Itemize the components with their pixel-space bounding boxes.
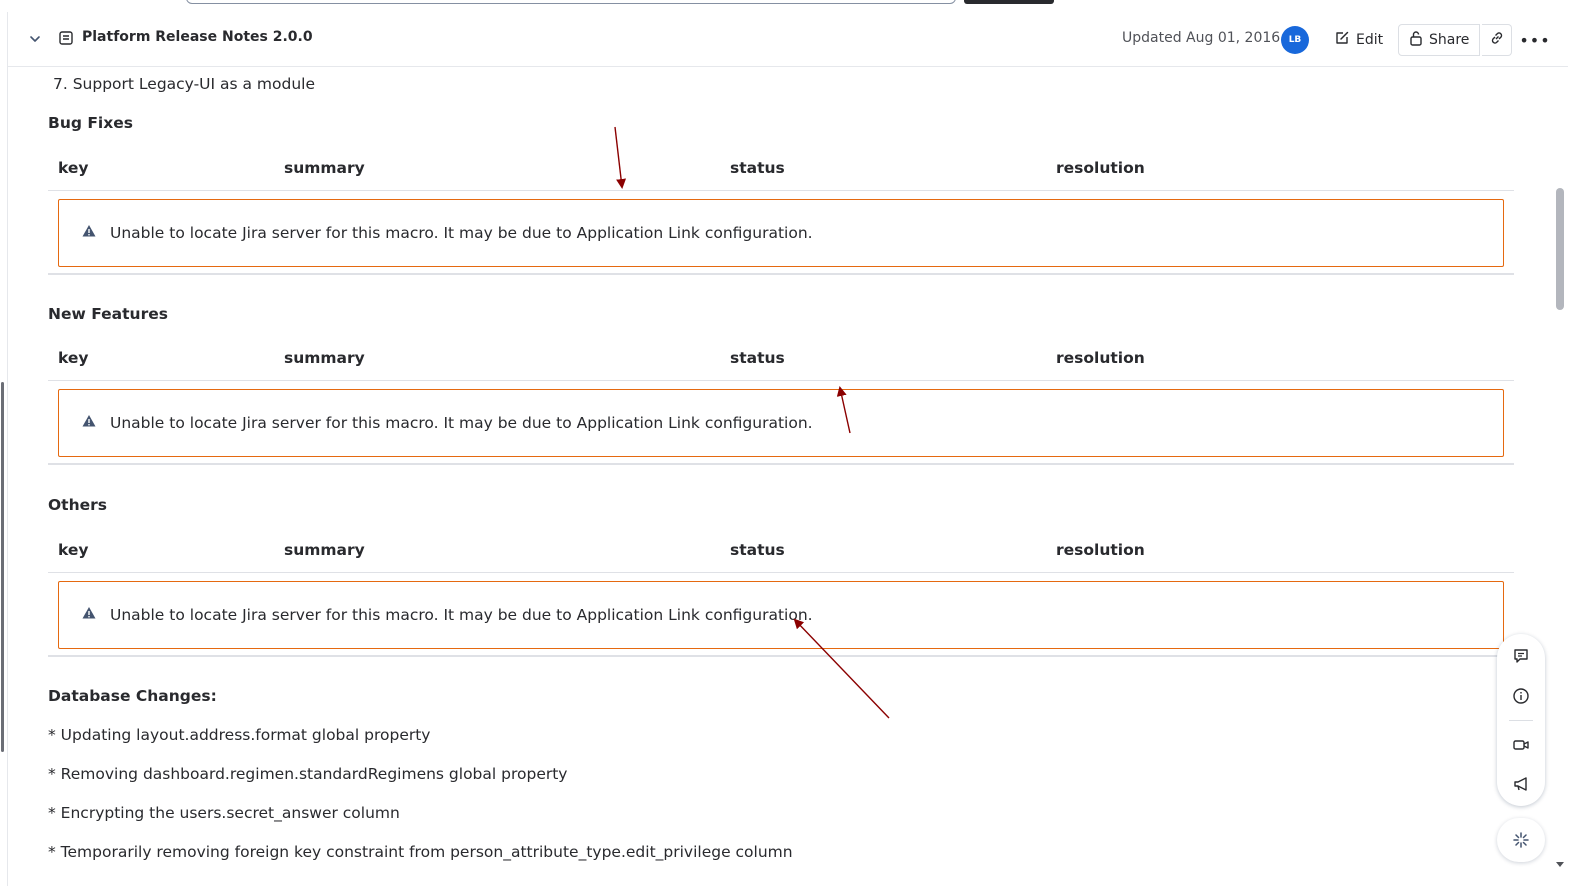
scrollbar-thumb[interactable] xyxy=(1556,188,1564,310)
section-heading-database-changes: Database Changes: xyxy=(48,687,217,705)
pencil-icon xyxy=(1334,30,1350,50)
jira-table-bug-fixes: key summary status resolution Unable to … xyxy=(48,147,1514,275)
column-key[interactable]: key xyxy=(58,541,89,559)
table-divider xyxy=(48,463,1514,465)
avatar[interactable]: LB xyxy=(1281,26,1309,54)
lock-icon xyxy=(1409,30,1423,50)
column-resolution[interactable]: resolution xyxy=(1056,349,1145,367)
list-item: * Encrypting the users.secret_answer col… xyxy=(48,804,400,822)
scroll-down-arrow-icon[interactable] xyxy=(1556,862,1564,867)
warning-icon xyxy=(82,225,96,237)
page-content: 7. Support Legacy-UI as a module Bug Fix… xyxy=(48,67,1514,886)
edit-button[interactable]: Edit xyxy=(1326,24,1391,56)
table-header: key summary status resolution xyxy=(48,529,1514,573)
column-status[interactable]: status xyxy=(730,349,785,367)
list-item: * Temporarily removing foreign key const… xyxy=(48,843,793,861)
column-status[interactable]: status xyxy=(730,541,785,559)
chevron-down-icon[interactable] xyxy=(26,30,44,48)
column-key[interactable]: key xyxy=(58,349,89,367)
page-icon xyxy=(58,30,76,48)
table-header: key summary status resolution xyxy=(48,147,1514,191)
jira-warning-message: Unable to locate Jira server for this ma… xyxy=(58,581,1504,649)
warning-text: Unable to locate Jira server for this ma… xyxy=(110,606,813,624)
list-item: * Removing dashboard.regimen.standardReg… xyxy=(48,765,568,783)
share-label: Share xyxy=(1429,32,1470,48)
list-item: * Updating layout.address.format global … xyxy=(48,726,431,744)
column-status[interactable]: status xyxy=(730,159,785,177)
ai-sparkle-icon[interactable] xyxy=(1497,818,1545,862)
last-updated: Updated Aug 01, 2016 xyxy=(1122,30,1281,46)
copy-link-button[interactable] xyxy=(1482,24,1512,56)
section-heading-bug-fixes: Bug Fixes xyxy=(48,114,133,132)
megaphone-icon[interactable] xyxy=(1509,772,1533,796)
share-button[interactable]: Share xyxy=(1398,24,1481,56)
column-summary[interactable]: summary xyxy=(284,159,365,177)
warning-text: Unable to locate Jira server for this ma… xyxy=(110,414,813,432)
table-header: key summary status resolution xyxy=(48,337,1514,381)
toolbar-divider xyxy=(1509,720,1533,721)
column-summary[interactable]: summary xyxy=(284,541,365,559)
jira-warning-message: Unable to locate Jira server for this ma… xyxy=(58,199,1504,267)
column-resolution[interactable]: resolution xyxy=(1056,159,1145,177)
edit-label: Edit xyxy=(1356,32,1384,48)
info-icon[interactable] xyxy=(1509,684,1533,708)
jira-table-new-features: key summary status resolution Unable to … xyxy=(48,337,1514,465)
sidebar-resize-handle[interactable] xyxy=(1,382,4,752)
table-divider xyxy=(48,655,1514,657)
page-header: Platform Release Notes 2.0.0 Updated Aug… xyxy=(8,12,1568,67)
column-summary[interactable]: summary xyxy=(284,349,365,367)
page-title: Platform Release Notes 2.0.0 xyxy=(82,29,313,45)
jira-warning-message: Unable to locate Jira server for this ma… xyxy=(58,389,1504,457)
more-icon[interactable]: ••• xyxy=(1519,24,1550,56)
list-item: 7. Support Legacy-UI as a module xyxy=(53,75,316,93)
top-action-button[interactable] xyxy=(964,0,1054,4)
search-input[interactable] xyxy=(186,0,956,4)
section-heading-new-features: New Features xyxy=(48,305,168,323)
left-sidebar-edge xyxy=(0,12,8,886)
top-bar-remnant xyxy=(0,0,1588,12)
column-key[interactable]: key xyxy=(58,159,89,177)
link-icon xyxy=(1489,30,1505,50)
floating-toolbar xyxy=(1497,634,1545,806)
video-icon[interactable] xyxy=(1509,733,1533,757)
column-resolution[interactable]: resolution xyxy=(1056,541,1145,559)
warning-icon xyxy=(82,607,96,619)
warning-text: Unable to locate Jira server for this ma… xyxy=(110,224,813,242)
warning-icon xyxy=(82,415,96,427)
jira-table-others: key summary status resolution Unable to … xyxy=(48,529,1514,657)
table-divider xyxy=(48,273,1514,275)
section-heading-others: Others xyxy=(48,496,108,514)
comment-icon[interactable] xyxy=(1509,644,1533,668)
